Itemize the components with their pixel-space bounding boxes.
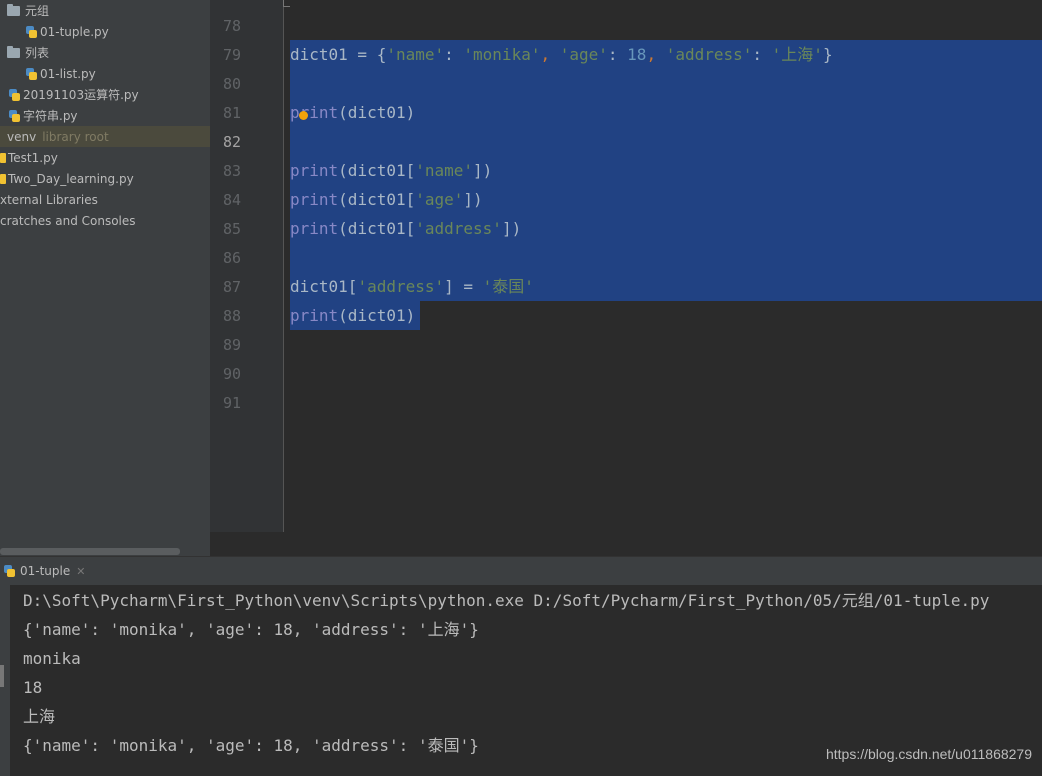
console-line: {'name': 'monika', 'age': 18, 'address':… [23,736,479,755]
console-line: 18 [23,678,43,697]
tree-item-label: xternal Libraries [0,192,98,207]
console-line: monika [23,649,81,668]
project-tree-panel: 元组 01-tuple.py 列表 01-list.py 20191103运算符… [0,0,210,556]
tree-item-string-file[interactable]: 字符串.py [0,105,210,126]
tree-horizontal-scrollbar[interactable] [0,548,180,555]
code-line-81[interactable]: print(dict01) [290,98,415,127]
line-number: 78 [222,17,241,35]
tree-item-label: 元组 [25,4,50,18]
tree-item-scratches[interactable]: cratches and Consoles [0,210,210,231]
fold-marker [283,0,290,7]
line-number: 79 [222,46,241,64]
python-file-icon [9,88,20,101]
python-file-icon [0,173,6,184]
tree-item-label: 01-tuple.py [40,24,109,39]
code-line-85[interactable]: print(dict01['address']) [290,214,521,243]
line-number: 83 [222,162,241,180]
tree-item-two-day[interactable]: Two_Day_learning.py [0,168,210,189]
run-toolbar [0,585,10,776]
python-file-icon [26,25,37,38]
tree-item-external-libraries[interactable]: xternal Libraries [0,189,210,210]
tree-item-label: 20191103运算符.py [23,88,139,102]
tree-item-label: 01-list.py [40,66,96,81]
console-line: 上海 [23,707,56,726]
tree-item-list-folder[interactable]: 列表 [0,42,210,63]
tree-item-operators-file[interactable]: 20191103运算符.py [0,84,210,105]
code-line-79[interactable]: dict01 = {'name': 'monika', 'age': 18, '… [290,40,833,69]
tree-item-label: cratches and Consoles [0,213,136,228]
python-file-icon [0,152,6,163]
line-number: 81 [222,104,241,122]
tree-item-test1[interactable]: Test1.py [0,147,210,168]
code-line-87[interactable]: dict01['address'] = '泰国' [290,272,534,301]
editor-bottom-area [210,532,1042,556]
console-line: {'name': 'monika', 'age': 18, 'address':… [23,620,479,639]
line-number: 89 [222,336,241,354]
line-number: 85 [222,220,241,238]
line-number: 87 [222,278,241,296]
tree-item-tuple-file[interactable]: 01-tuple.py [0,21,210,42]
tree-item-label: 列表 [25,46,50,60]
tree-item-list-file[interactable]: 01-list.py [0,63,210,84]
line-number: 86 [222,249,241,267]
tree-item-label: Two_Day_learning.py [8,171,134,186]
line-number-current: 82 [222,133,241,151]
line-number: 90 [222,365,241,383]
line-number: 91 [222,394,241,412]
watermark: https://blog.csdn.net/u011868279 [825,746,1032,762]
line-number: 88 [222,307,241,325]
line-number: 84 [222,191,241,209]
console-line: D:\Soft\Pycharm\First_Python\venv\Script… [23,591,990,610]
folder-icon [7,45,20,58]
python-run-icon [4,565,15,577]
scroll-marker [0,665,4,687]
run-tab[interactable]: 01-tuple ✕ [0,557,85,585]
code-line-84[interactable]: print(dict01['age']) [290,185,483,214]
tree-item-label: venv [7,129,37,144]
run-tab-label: 01-tuple [20,564,71,578]
tree-item-label: 字符串.py [23,109,78,123]
lightbulb-icon[interactable] [299,111,308,120]
code-line-88[interactable]: print(dict01) [290,301,415,330]
tree-item-tuple-folder[interactable]: 元组 [0,0,210,21]
python-file-icon [26,67,37,80]
tree-item-label: Test1.py [8,150,58,165]
run-tool-window-header: 01-tuple ✕ [0,556,1042,586]
code-line-83[interactable]: print(dict01['name']) [290,156,492,185]
tree-item-venv[interactable]: venv library root [0,126,210,147]
python-file-icon [9,109,20,122]
folder-icon [7,3,20,16]
library-root-hint: library root [42,129,109,144]
line-number: 80 [222,75,241,93]
close-icon[interactable]: ✕ [76,565,85,578]
